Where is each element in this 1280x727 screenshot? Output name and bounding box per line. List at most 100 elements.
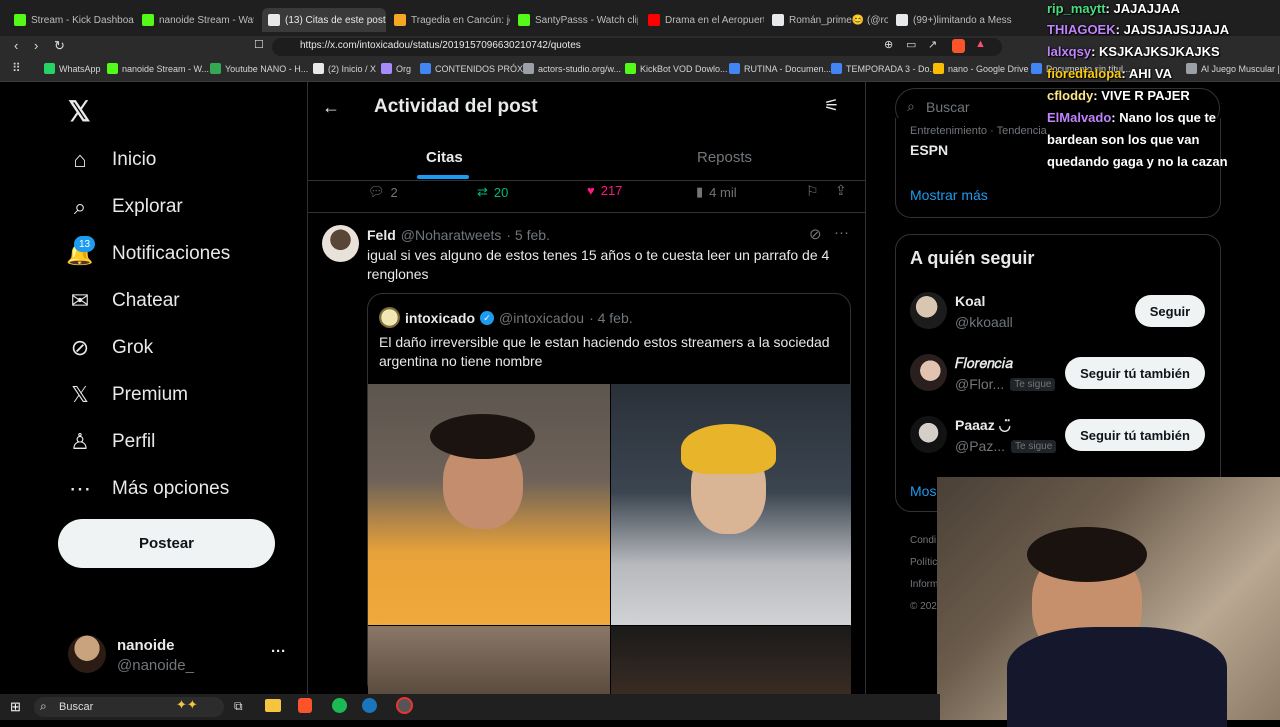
bookmark-item[interactable]: nano - Google Drive [933,63,1029,74]
follow-button[interactable]: Seguir tú también [1065,357,1205,389]
bookmark-item[interactable]: TEMPORADA 3 - Do... [831,63,937,74]
bookmark-item[interactable]: nanoide Stream - W... [107,63,209,74]
sidebar-item-grok[interactable]: ⊘ Grok [68,333,153,363]
like-action[interactable]: ♥ 217 [587,183,622,198]
back-arrow-icon[interactable]: ← [322,97,340,118]
footer-link[interactable]: © 202 [910,601,937,612]
suggestion-name[interactable]: Paaaz ◡̈ [955,417,1011,434]
follow-button[interactable]: Seguir tú también [1065,419,1205,451]
bookmark-item[interactable]: KickBot VOD Dowlo... [625,63,728,74]
brave-taskbar-icon[interactable] [298,698,312,713]
bookmark-favicon-icon [523,63,534,74]
rewards-icon[interactable]: ▲ [975,38,986,50]
bookmark-page-icon[interactable]: ☐ [254,38,264,51]
bookmark-icon[interactable]: ⚐ [806,183,819,200]
share-post-icon[interactable]: ⇪ [835,182,847,199]
zoom-icon[interactable]: ⊕ [884,38,893,51]
reply-action[interactable]: 💬︎ 2 [368,184,398,200]
grok-explain-icon[interactable]: ⊘ [809,225,822,243]
browser-tab[interactable]: SantyPasss - Watch clips o [518,8,638,32]
browser-tab[interactable]: (13) Citas de este post✕ [262,8,386,32]
back-icon[interactable]: ‹ [14,38,18,53]
bookmark-label: KickBot VOD Dowlo... [640,63,728,74]
browser-tab[interactable]: Román_prime😊 (@roman [772,8,888,32]
share-icon[interactable]: ↗ [928,38,937,51]
media-image-2[interactable] [611,384,851,625]
browser-tab[interactable]: (99+)limitando a Messi con [896,8,1012,32]
quote-author-handle[interactable]: @Noharatweets [401,227,502,243]
post-button[interactable]: Postear [58,519,275,568]
filter-icon[interactable]: ⚟ [824,96,839,116]
account-more-icon[interactable]: ··· [271,643,286,660]
bookmark-favicon-icon [831,63,842,74]
media-image-1[interactable] [368,384,610,625]
brave-shield-icon[interactable] [952,39,965,53]
sidebar-item-label: Notificaciones [112,243,231,264]
apps-icon[interactable]: ⠿ [12,61,21,75]
tab-label: nanoide Stream - Watc [159,14,254,26]
show-more-follow[interactable]: Mos [910,483,936,499]
suggestion-avatar[interactable] [910,292,947,329]
tab-reposts[interactable]: Reposts [697,149,752,166]
trend-name[interactable]: ESPN [910,142,948,158]
suggestion-avatar[interactable] [910,416,947,453]
suggestion-name[interactable]: Koal [955,293,985,309]
bookmark-item[interactable]: WhatsApp [44,63,101,74]
browser-tab[interactable]: Tragedia en Cancún: joven [394,8,510,32]
browser-tab[interactable]: Drama en el Aeropuerto | ( [648,8,764,32]
sidebar-item-chatear[interactable]: ✉ Chatear [68,286,180,316]
show-more-trends[interactable]: Mostrar más [910,187,988,203]
suggestion-name[interactable]: 𝐹𝑙𝑜𝑟𝑒𝑛𝑐𝑖𝑎 [955,355,1013,372]
bookmark-item[interactable]: (2) Inicio / X [313,63,376,74]
obs-icon[interactable] [396,697,413,714]
streamer-shirt [1007,627,1227,727]
windows-start-icon[interactable]: ⊞ [10,699,24,714]
search-placeholder[interactable]: Buscar [926,99,970,115]
bookmark-item[interactable]: Org [381,63,411,74]
task-view-icon[interactable]: ⧉ [234,699,243,714]
more-circle-icon: ⋯ [69,476,91,501]
tab-label: SantyPasss - Watch clips o [535,14,638,26]
bookmark-item[interactable]: RUTINA - Documen... [729,63,831,74]
suggestion-avatar[interactable] [910,354,947,391]
browser-tab[interactable]: nanoide Stream - Watc [142,8,254,32]
views-stat[interactable]: ▮ 4 mil [696,184,737,200]
bookmark-item[interactable]: Youtube NANO - H... [210,63,308,74]
sidebar-item-premium[interactable]: 𝕏 Premium [68,380,188,410]
sidebar-item-más-opciones[interactable]: ⋯ Más opciones [68,474,229,504]
streamer-hair [1027,527,1147,582]
reload-icon[interactable]: ↻ [54,38,65,54]
tab-label: Drama en el Aeropuerto | ( [665,14,764,26]
quote-author-name[interactable]: Feld [367,227,396,243]
browser-tab[interactable]: Stream - Kick Dashboa [14,8,134,32]
sidebar-item-inicio[interactable]: ⌂ Inicio [68,145,156,175]
quote-header: Feld @Noharatweets · 5 feb. [367,227,550,243]
tab-citas[interactable]: Citas [426,149,463,166]
repost-action[interactable]: ⇄ 20 [477,184,508,200]
file-explorer-icon[interactable] [265,699,281,712]
bookmark-item[interactable]: actors-studio.org/w... [523,63,621,74]
spotify-icon[interactable] [332,698,347,713]
more-icon[interactable]: ··· [834,224,849,241]
quote-author-avatar[interactable] [322,225,359,262]
x-logo-icon[interactable]: 𝕏 [68,95,91,128]
sidebar-item-perfil[interactable]: ♙ Perfil [68,427,155,457]
search-icon: ⌕ [907,98,915,114]
sidebar-item-explorar[interactable]: ⌕ Explorar [68,192,183,222]
bookmark-item[interactable]: CONTENIDOS PRÓX... [420,63,531,74]
account-avatar[interactable] [68,635,106,673]
footer-link[interactable]: Polític [910,557,937,568]
media-image-3[interactable] [368,626,610,696]
cast-icon[interactable]: ▭ [906,38,916,51]
chat-text: AHI VA [1128,66,1172,81]
follow-button[interactable]: Seguir [1135,295,1205,327]
follows-you-badge: Te sigue [1011,439,1057,453]
footer-link[interactable]: Condi [910,535,936,546]
x-logo-icon: 𝕏 [71,382,89,407]
media-image-4[interactable] [611,626,851,696]
forward-icon[interactable]: › [34,38,38,53]
footer-link[interactable]: Inform [910,579,938,590]
heart-icon: ♥ [587,183,595,198]
quote-date[interactable]: · 5 feb. [506,227,550,243]
steam-icon[interactable] [362,698,377,713]
